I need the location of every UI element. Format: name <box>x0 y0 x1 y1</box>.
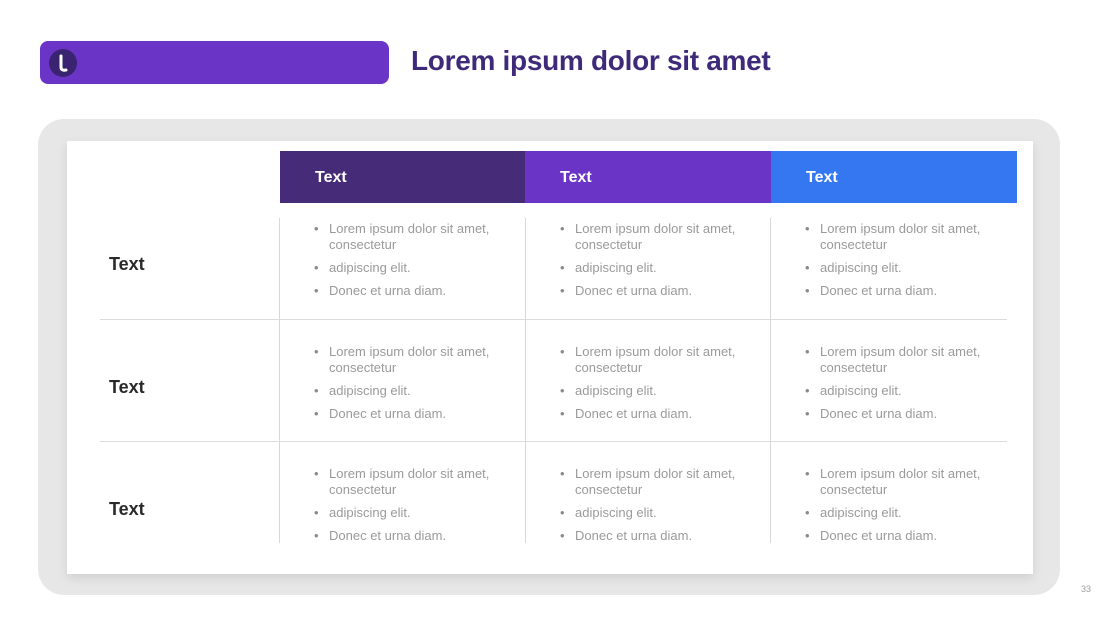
table-cell: • Lorem ipsum dolor sit amet, consectetur… <box>805 344 995 429</box>
row-divider <box>100 319 1007 320</box>
row-divider <box>100 441 1007 442</box>
list-item: • adipiscing elit. <box>314 383 411 398</box>
list-item: • Lorem ipsum dolor sit amet, consectetur <box>805 344 981 375</box>
list-item: • Lorem ipsum dolor sit amet, consectetur <box>560 344 736 375</box>
list-item: • Donec et urna diam. <box>805 406 938 421</box>
column-header-2: Text <box>525 151 771 203</box>
column-header-1: Text <box>280 151 525 203</box>
table-cell: • Lorem ipsum dolor sit amet, consectetur… <box>314 344 504 429</box>
table-cell: • Lorem ipsum dolor sit amet, consectetur… <box>805 221 995 306</box>
list-item: • Lorem ipsum dolor sit amet, consectetur <box>805 466 981 497</box>
page-number: 33 <box>1081 584 1092 594</box>
list-item: • Lorem ipsum dolor sit amet, consectetur <box>805 221 981 252</box>
list-item: • Donec et urna diam. <box>314 283 447 298</box>
row-label-3: Text <box>109 499 145 519</box>
table-cell: • Lorem ipsum dolor sit amet, consectetur… <box>805 466 995 551</box>
row-label-1: Text <box>109 254 145 274</box>
list-item: • adipiscing elit. <box>805 505 902 520</box>
list-item: • adipiscing elit. <box>805 383 902 398</box>
list-item: • adipiscing elit. <box>314 505 411 520</box>
list-item: • adipiscing elit. <box>560 383 657 398</box>
list-item: • Donec et urna diam. <box>314 406 447 421</box>
list-item: • Lorem ipsum dolor sit amet, consectetur <box>314 221 490 252</box>
table-cell: • Lorem ipsum dolor sit amet, consectetur… <box>560 466 750 551</box>
list-item: • Lorem ipsum dolor sit amet, consectetur <box>560 221 736 252</box>
brand-logo-icon <box>49 49 77 77</box>
brand-bar <box>40 41 389 84</box>
column-divider <box>525 218 526 543</box>
list-item: • Donec et urna diam. <box>560 406 693 421</box>
page-title: Lorem ipsum dolor sit amet <box>411 45 771 76</box>
list-item: • Donec et urna diam. <box>314 528 447 543</box>
column-divider <box>279 218 280 543</box>
list-item: • Donec et urna diam. <box>805 283 938 298</box>
list-item: • Donec et urna diam. <box>560 528 693 543</box>
table-cell: • Lorem ipsum dolor sit amet, consectetur… <box>314 466 504 551</box>
table-cell: • Lorem ipsum dolor sit amet, consectetur… <box>560 344 750 429</box>
list-item: • Donec et urna diam. <box>560 283 693 298</box>
column-header-3: Text <box>771 151 1017 203</box>
table-cell: • Lorem ipsum dolor sit amet, consectetur… <box>314 221 504 306</box>
list-item: • Donec et urna diam. <box>805 528 938 543</box>
list-item: • Lorem ipsum dolor sit amet, consectetur <box>314 466 490 497</box>
list-item: • adipiscing elit. <box>560 505 657 520</box>
row-label-2: Text <box>109 377 145 397</box>
list-item: • Lorem ipsum dolor sit amet, consectetur <box>560 466 736 497</box>
column-divider <box>770 218 771 543</box>
list-item: • adipiscing elit. <box>314 260 411 275</box>
table-cell: • Lorem ipsum dolor sit amet, consectetur… <box>560 221 750 306</box>
list-item: • adipiscing elit. <box>560 260 657 275</box>
list-item: • Lorem ipsum dolor sit amet, consectetur <box>314 344 490 375</box>
list-item: • adipiscing elit. <box>805 260 902 275</box>
